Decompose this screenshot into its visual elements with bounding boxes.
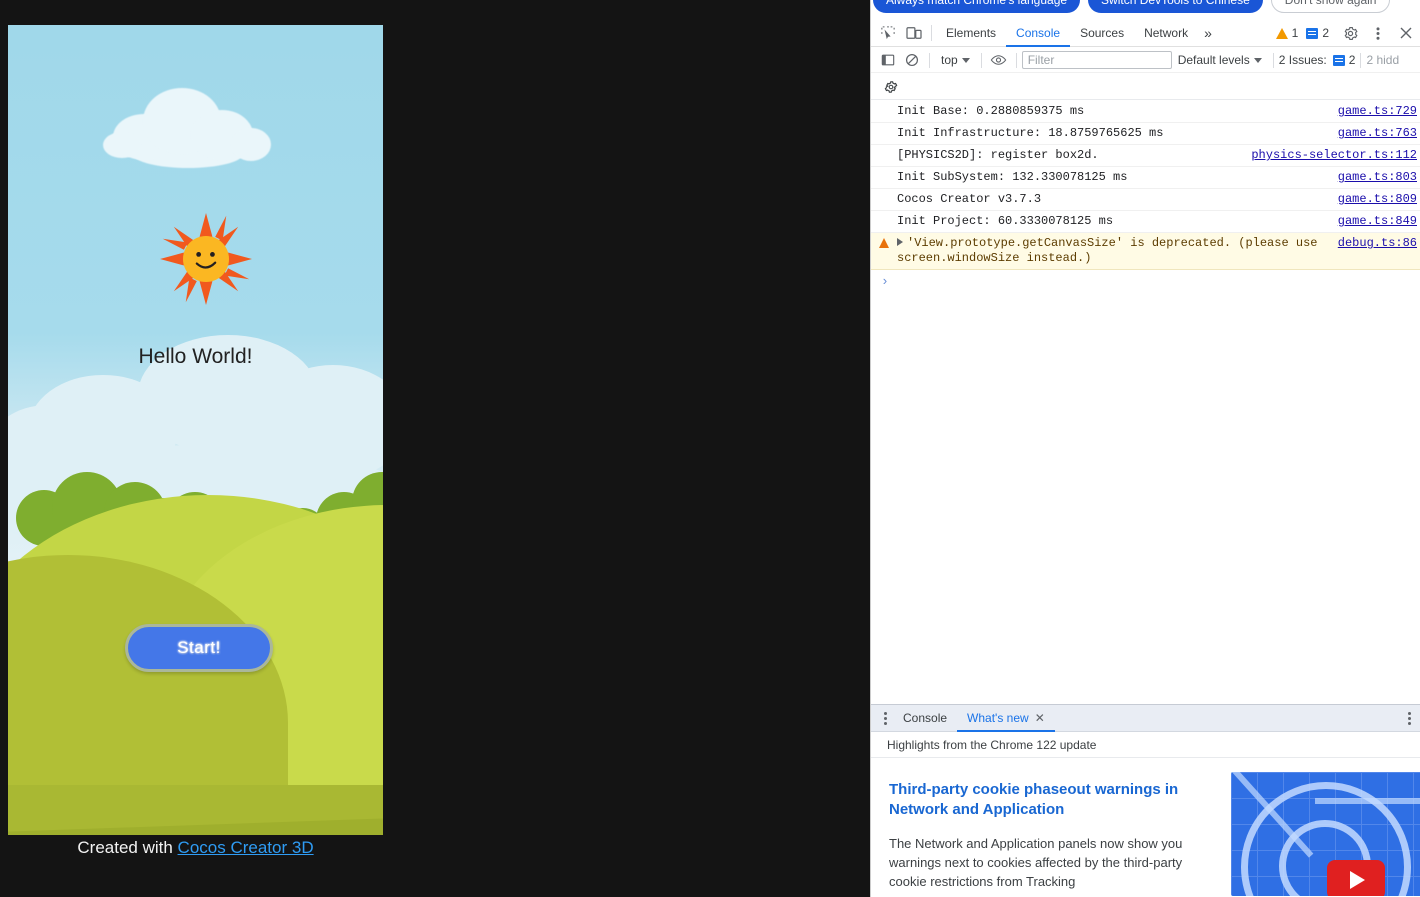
tab-elements[interactable]: Elements — [936, 20, 1006, 47]
filter-input[interactable] — [1021, 51, 1172, 69]
toolbar-divider-2 — [980, 52, 982, 68]
chevron-down-icon — [961, 57, 970, 63]
language-banner: Always match Chrome's language Switch De… — [871, 0, 1420, 14]
dont-show-again-button[interactable]: Don't show again — [1270, 0, 1391, 13]
always-match-language-button[interactable]: Always match Chrome's language — [873, 0, 1081, 13]
whats-new-subheading: Highlights from the Chrome 122 update — [871, 732, 1420, 758]
console-row[interactable]: Init SubSystem: 132.330078125 ms game.ts… — [871, 167, 1420, 189]
log-levels-selector[interactable]: Default levels — [1172, 53, 1268, 67]
gear-icon[interactable] — [1337, 22, 1363, 44]
console-row[interactable]: Init Project: 60.3330078125 ms game.ts:8… — [871, 211, 1420, 233]
tab-console[interactable]: Console — [1006, 20, 1070, 47]
drawer-right-group — [1401, 711, 1420, 725]
cocos-creator-link[interactable]: Cocos Creator 3D — [178, 838, 314, 857]
console-row[interactable]: Init Base: 0.2880859375 ms game.ts:729 — [871, 101, 1420, 123]
console-message: [PHYSICS2D]: register box2d. — [897, 148, 1099, 162]
drawer-more-options-icon[interactable] — [877, 711, 893, 725]
console-source-link[interactable]: game.ts:803 — [1338, 170, 1417, 185]
console-settings-row — [871, 74, 1420, 100]
console-source-link[interactable]: game.ts:849 — [1338, 214, 1417, 229]
prompt-caret-icon: › — [881, 274, 889, 289]
drawer-tab-whats-new[interactable]: What's new ✕ — [957, 705, 1055, 732]
toolbar-divider-3 — [1015, 52, 1017, 68]
inspect-element-icon[interactable] — [875, 22, 901, 44]
message-count: 2 — [1322, 26, 1329, 40]
console-source-link[interactable]: game.ts:809 — [1338, 192, 1417, 207]
warning-count: 1 — [1291, 26, 1299, 40]
close-icon[interactable]: ✕ — [1035, 712, 1045, 724]
whats-new-video-thumbnail[interactable] — [1231, 772, 1420, 896]
console-row[interactable]: Init Infrastructure: 18.8759765625 ms ga… — [871, 123, 1420, 145]
tab-sources[interactable]: Sources — [1070, 20, 1134, 47]
message-bubble-icon — [1306, 27, 1319, 39]
console-message: Init Project: 60.3330078125 ms — [897, 214, 1114, 228]
warning-triangle-icon — [1275, 27, 1288, 39]
hidden-messages-label: 2 hidd — [1366, 53, 1400, 67]
whats-new-body: Third-party cookie phaseout warnings in … — [871, 758, 1420, 896]
console-log-list[interactable]: Init Base: 0.2880859375 ms game.ts:729 I… — [871, 101, 1420, 704]
console-row[interactable]: [PHYSICS2D]: register box2d. physics-sel… — [871, 145, 1420, 167]
thumbnail-bar — [1315, 798, 1420, 804]
warning-triangle-icon — [879, 238, 889, 248]
start-button[interactable]: Start! — [125, 624, 273, 672]
drawer-tab-console-label: Console — [903, 711, 948, 725]
console-message: Cocos Creator v3.7.3 — [897, 192, 1042, 206]
devtools-tabbar: Elements Console Sources Network » 1 2 — [871, 20, 1420, 47]
whats-new-article-body: The Network and Application panels now s… — [889, 836, 1183, 889]
issues-label[interactable]: 2 Issues: — [1279, 53, 1327, 67]
console-source-link[interactable]: debug.ts:86 — [1338, 236, 1417, 251]
log-levels-label: Default levels — [1177, 53, 1250, 67]
sun-icon — [160, 213, 252, 305]
cloud-top — [103, 80, 273, 168]
game-canvas[interactable]: Hello World! Start! — [8, 25, 383, 835]
issues-count: 2 — [1348, 53, 1356, 67]
drawer-tab-whats-new-label: What's new — [967, 711, 1029, 725]
credit-line: Created with Cocos Creator 3D — [8, 838, 383, 858]
tab-network[interactable]: Network — [1134, 20, 1198, 47]
expand-arrow-icon[interactable] — [897, 237, 903, 246]
whats-new-article-title[interactable]: Third-party cookie phaseout warnings in … — [889, 780, 1189, 820]
console-settings-gear-icon[interactable] — [879, 77, 903, 97]
console-source-link[interactable]: game.ts:729 — [1338, 104, 1417, 119]
drawer-tabbar: Console What's new ✕ — [871, 705, 1420, 732]
issues-bubble-icon — [1332, 54, 1345, 66]
hello-world-label: Hello World! — [138, 345, 253, 368]
toolbar-divider-1 — [929, 52, 930, 68]
toolbar-divider-4 — [1272, 52, 1274, 68]
tabbar-divider — [931, 25, 932, 41]
device-toolbar-icon[interactable] — [901, 22, 927, 44]
toolbar-divider-5 — [1360, 52, 1362, 68]
play-triangle-icon — [1350, 871, 1365, 889]
tabbar-status-group: 1 2 — [1275, 22, 1420, 44]
devtools-panel: Always match Chrome's language Switch De… — [870, 0, 1420, 897]
console-source-link[interactable]: physics-selector.ts:112 — [1251, 148, 1417, 163]
switch-language-button[interactable]: Switch DevTools to Chinese — [1088, 0, 1263, 13]
console-message-text: 'View.prototype.getCanvasSize' is deprec… — [897, 236, 1325, 265]
live-expression-eye-icon[interactable] — [987, 50, 1011, 70]
screen-root: Hello World! Start! Created with Cocos C… — [0, 0, 1420, 897]
play-button-icon[interactable] — [1327, 860, 1385, 896]
more-options-icon[interactable] — [1365, 22, 1391, 44]
console-row-warning[interactable]: 'View.prototype.getCanvasSize' is deprec… — [871, 233, 1420, 270]
console-message: 'View.prototype.getCanvasSize' is deprec… — [897, 236, 1338, 266]
console-source-link[interactable]: game.ts:763 — [1338, 126, 1417, 141]
console-message: Init Infrastructure: 18.8759765625 ms — [897, 126, 1164, 140]
sidebar-toggle-icon[interactable] — [876, 50, 900, 70]
console-row[interactable]: Cocos Creator v3.7.3 game.ts:809 — [871, 189, 1420, 211]
clear-console-icon[interactable] — [900, 50, 924, 70]
chevron-down-icon-levels — [1253, 57, 1262, 63]
console-message: Init Base: 0.2880859375 ms — [897, 104, 1085, 118]
credit-prefix: Created with — [77, 838, 178, 857]
devtools-drawer: Console What's new ✕ Highlights from the… — [871, 704, 1420, 897]
console-toolbar: top Default levels 2 Issues: 2 2 hidd — [871, 48, 1420, 73]
context-selector[interactable]: top — [935, 53, 976, 67]
game-page: Hello World! Start! Created with Cocos C… — [0, 0, 870, 897]
close-devtools-icon[interactable] — [1393, 22, 1419, 44]
drawer-tab-console[interactable]: Console — [893, 705, 957, 732]
console-prompt[interactable]: › — [871, 270, 1420, 293]
more-tabs-icon[interactable]: » — [1198, 20, 1218, 47]
drawer-overflow-icon[interactable] — [1401, 711, 1417, 725]
context-selector-label: top — [941, 53, 958, 67]
console-message: Init SubSystem: 132.330078125 ms — [897, 170, 1128, 184]
